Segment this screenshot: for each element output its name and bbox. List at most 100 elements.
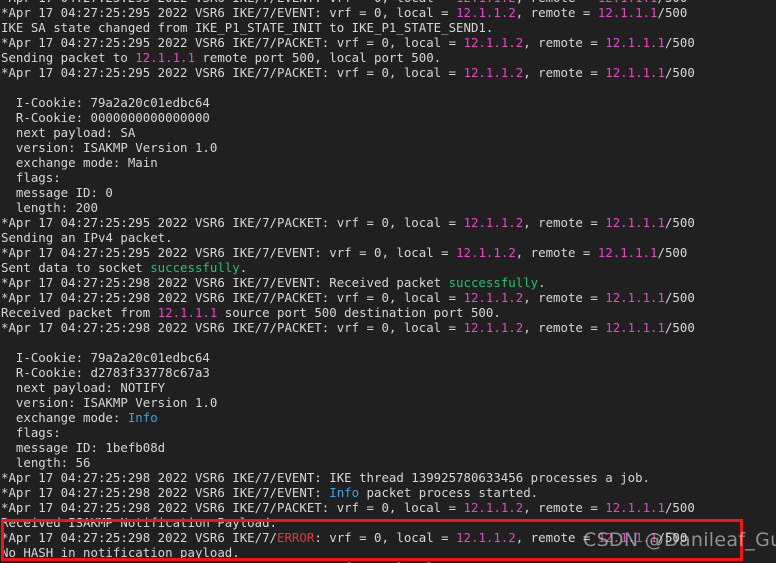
terminal-line: next payload: NOTIFY [1, 380, 776, 395]
terminal-line: *Apr 17 04:27:25:298 2022 VSR6 IKE/7/ERR… [1, 530, 776, 545]
log-text-plain: R-Cookie: 0000000000000000 [1, 110, 210, 125]
log-text-plain: I-Cookie: 79a2a20c01edbc64 [1, 350, 210, 365]
log-text-info: Info [329, 485, 360, 500]
log-text-ip: 12.1.1.1 [605, 65, 665, 80]
log-text-plain: *Apr 17 04:27:25:298 2022 VSR6 IKE/7/EVE… [1, 275, 449, 290]
log-text-ip: 12.1.1.1 [605, 500, 665, 515]
log-text-plain: /500 [664, 320, 695, 335]
log-text-ip: 12.1.1.1 [597, 245, 658, 260]
log-text-plain: , remote = [515, 5, 598, 20]
log-text-plain: No HASH in notification payload. [1, 545, 240, 560]
terminal-line: message ID: 1befb08d [1, 440, 776, 455]
terminal-line: *Apr 17 04:27:25:298 2022 VSR6 IKE/7/PAC… [1, 320, 776, 335]
log-text-ip: 12.1.1.2 [463, 290, 524, 305]
terminal-line: length: 56 [1, 455, 776, 470]
log-text-ip: 12.1.1.2 [456, 5, 516, 20]
log-text-plain: length: 200 [1, 200, 98, 215]
log-text-plain: , remote = [523, 320, 606, 335]
log-text-plain: , remote = [515, 245, 598, 260]
log-text-plain: /500 [664, 35, 695, 50]
terminal-line: *Apr 17 04:27:25:298 2022 VSR6 IKE/7/PAC… [1, 290, 776, 305]
log-text-plain: source port 500 destination port 500. [217, 305, 501, 320]
terminal-line: *Apr 17 04:27:25:295 2022 VSR6 IKE/7/PAC… [1, 215, 776, 230]
log-text-plain: exchange mode: Main [1, 155, 158, 170]
terminal-line: I-Cookie: 79a2a20c01edbc64 [1, 350, 776, 365]
log-text-plain: next payload: NOTIFY [1, 380, 166, 395]
log-text-plain: exchange mode: [1, 410, 128, 425]
log-text-plain: packet process started. [359, 485, 539, 500]
terminal-line: version: ISAKMP Version 1.0 [1, 140, 776, 155]
log-text-plain: version: ISAKMP Version 1.0 [1, 395, 218, 410]
terminal-window[interactable]: *Apr 17 04:27:25:295 2022 VSR6 IKE/7/EVE… [0, 0, 776, 563]
log-text-plain: *Apr 17 04:27:25:295 2022 VSR6 IKE/7/EVE… [1, 5, 457, 20]
log-text-plain: , remote = [523, 215, 606, 230]
log-text-plain: , remote = [523, 290, 606, 305]
terminal-line: *Apr 17 04:27:25:295 2022 VSR6 IKE/7/PAC… [1, 35, 776, 50]
log-text-plain: *Apr 17 04:27:25:295 2022 VSR6 IKE/7/PAC… [1, 35, 464, 50]
log-text-ip: 12.1.1.2 [463, 500, 524, 515]
terminal-line: flags: [1, 170, 776, 185]
log-text-plain: , remote = [523, 35, 606, 50]
log-text-plain: flags: [1, 170, 61, 185]
terminal-line: I-Cookie: 79a2a20c01edbc64 [1, 95, 776, 110]
log-text-plain: /500 [657, 530, 688, 545]
terminal-line: *Apr 17 04:27:25:298 2022 VSR6 IKE/7/EVE… [1, 485, 776, 500]
log-text-ok: successfully [448, 275, 539, 290]
log-text-plain: Sending an IPv4 packet. [1, 230, 173, 245]
log-text-plain: /500 [664, 215, 695, 230]
log-text-err: ERROR [277, 530, 315, 545]
log-text-ip: 12.1.1.2 [456, 245, 516, 260]
log-text-plain: remote port 500, local port 500. [194, 50, 442, 65]
log-text-plain: R-Cookie: d2783f33778c67a3 [1, 365, 210, 380]
terminal-line: Received packet from 12.1.1.1 source por… [1, 305, 776, 320]
log-text-plain: *Apr 17 04:27:25:298 2022 VSR6 IKE/7/PAC… [1, 500, 464, 515]
log-text-plain: . [239, 260, 248, 275]
terminal-line: message ID: 0 [1, 185, 776, 200]
terminal-line: *Apr 17 04:27:25:295 2022 VSR6 IKE/7/PAC… [1, 65, 776, 80]
log-text-ip: 12.1.1.1 [597, 530, 658, 545]
log-text-plain: message ID: 1befb08d [1, 440, 166, 455]
log-text-plain: message ID: 0 [1, 185, 113, 200]
terminal-line: Sending packet to 12.1.1.1 remote port 5… [1, 50, 776, 65]
terminal-line: *Apr 17 04:27:25:295 2022 VSR6 IKE/7/EVE… [1, 245, 776, 260]
log-text-plain: Received ISAKMP Notification Payload. [1, 515, 278, 530]
log-text-plain: : vrf = 0, local = [314, 530, 457, 545]
log-text-plain: *Apr 17 04:27:25:295 2022 VSR6 IKE/7/EVE… [1, 245, 457, 260]
log-text-plain: *Apr 17 04:27:25:298 2022 VSR6 IKE/7/PAC… [1, 290, 464, 305]
log-text-plain: /500 [657, 245, 688, 260]
terminal-line: R-Cookie: d2783f33778c67a3 [1, 365, 776, 380]
terminal-line: *Apr 17 04:27:25:298 2022 VSR6 IKE/7/EVE… [1, 470, 776, 485]
terminal-line: R-Cookie: 0000000000000000 [1, 110, 776, 125]
log-text-plain: Sent data to socket [1, 260, 151, 275]
log-text-ip: 12.1.1.1 [157, 305, 218, 320]
log-text-plain: flags: [1, 425, 61, 440]
log-text-plain: /500 [664, 290, 695, 305]
log-text-plain: length: 56 [1, 455, 91, 470]
terminal-line: version: ISAKMP Version 1.0 [1, 395, 776, 410]
log-text-ip: 12.1.1.1 [605, 215, 665, 230]
terminal-line: No HASH in notification payload. [1, 545, 776, 560]
log-text-ip: 12.1.1.2 [456, 530, 516, 545]
log-text-ip: 12.1.1.2 [463, 320, 524, 335]
terminal-line: *Apr 17 04:27:25:298 2022 VSR6 IKE/7/EVE… [1, 275, 776, 290]
log-text-ip: 12.1.1.1 [605, 35, 665, 50]
log-text-plain: , remote = [523, 500, 606, 515]
log-text-ip: 12.1.1.2 [463, 65, 524, 80]
terminal-line: Sending an IPv4 packet. [1, 230, 776, 245]
terminal-line: exchange mode: Main [1, 155, 776, 170]
log-text-plain: . [538, 275, 546, 290]
log-text-plain: *Apr 17 04:27:25:295 2022 VSR6 IKE/7/PAC… [1, 65, 464, 80]
log-text-plain: *Apr 17 04:27:25:295 2022 VSR6 IKE/7/PAC… [1, 215, 464, 230]
log-text-ok: successfully [150, 260, 240, 275]
log-text-plain: IKE SA state changed from IKE_P1_STATE_I… [1, 20, 494, 35]
log-text-ip: 12.1.1.1 [597, 5, 658, 20]
log-text-plain: Received packet from [1, 305, 158, 320]
log-text-plain: *Apr 17 04:27:25:298 2022 VSR6 IKE/7/PAC… [1, 320, 464, 335]
log-text-ip: 12.1.1.2 [463, 215, 524, 230]
terminal-line: *Apr 17 04:27:25:298 2022 VSR6 IKE/7/PAC… [1, 500, 776, 515]
terminal-line: flags: [1, 425, 776, 440]
log-text-ip: 12.1.1.1 [135, 50, 195, 65]
log-text-ip: 12.1.1.1 [605, 320, 665, 335]
terminal-line: *Apr 17 04:27:25:295 2022 VSR6 IKE/7/EVE… [1, 5, 776, 20]
